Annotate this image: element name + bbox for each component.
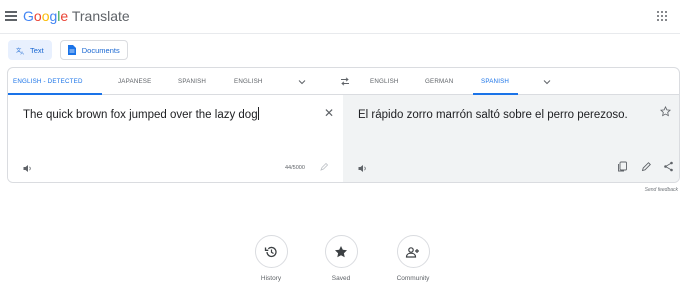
apps-grid-icon[interactable] (657, 11, 667, 21)
swap-languages-icon[interactable] (340, 77, 350, 86)
source-panel: The quick brown fox jumped over the lazy… (8, 95, 343, 182)
star-icon (335, 245, 347, 257)
documents-mode-button[interactable]: Documents (59, 40, 128, 60)
copy-translation-icon[interactable] (617, 161, 628, 172)
target-lang-spanish[interactable]: SPANISH (473, 68, 518, 95)
mode-selector: 文A Text Documents (8, 40, 128, 60)
saved-button-circle (324, 235, 358, 268)
svg-text:A: A (21, 50, 25, 54)
history-label: History (260, 275, 282, 282)
history-icon (264, 246, 277, 257)
text-mode-label: Text (30, 45, 44, 55)
app-header: Google Translate (0, 0, 680, 34)
source-listen-speaker-icon[interactable] (23, 164, 32, 173)
target-panel: El rápido zorro marrón saltó sobre el pe… (343, 95, 679, 182)
app-logo[interactable]: Google Translate (23, 8, 130, 24)
history-button[interactable]: History (253, 235, 289, 282)
text-cursor (257, 107, 259, 120)
saved-label: Saved (331, 275, 351, 282)
translate-icon: 文A (16, 46, 25, 55)
source-more-languages-chevron-down-icon[interactable] (298, 78, 306, 86)
share-translation-icon[interactable] (663, 161, 674, 172)
character-count: 44/5000 (285, 165, 305, 171)
target-listen-speaker-icon[interactable] (358, 164, 367, 173)
source-text: The quick brown fox jumped over the lazy… (23, 109, 258, 121)
source-lang-spanish[interactable]: SPANISH (178, 68, 206, 95)
edit-translation-pencil-icon[interactable] (641, 161, 652, 172)
handwriting-pencil-icon[interactable] (320, 163, 328, 171)
source-lang-detected-label: ENGLISH - DETECTED (13, 78, 83, 85)
target-lang-spanish-label: SPANISH (481, 78, 510, 85)
community-button-circle (396, 235, 430, 268)
documents-mode-label: Documents (81, 45, 120, 55)
logo-google: Google (23, 8, 69, 24)
source-lang-english[interactable]: ENGLISH (234, 68, 263, 95)
community-label: Community (396, 275, 430, 282)
target-more-languages-chevron-down-icon[interactable] (543, 78, 551, 86)
source-lang-detected[interactable]: ENGLISH - DETECTED (8, 68, 102, 95)
document-icon (68, 45, 77, 55)
target-lang-english[interactable]: ENGLISH (370, 68, 399, 95)
send-feedback-link[interactable]: Send feedback (645, 187, 678, 193)
save-translation-star-icon[interactable] (660, 106, 671, 117)
history-button-circle (254, 235, 288, 268)
community-button[interactable]: Community (395, 235, 431, 282)
language-bar: ENGLISH - DETECTED JAPANESE SPANISH ENGL… (8, 68, 679, 95)
hamburger-menu-icon[interactable] (5, 11, 17, 21)
logo-translate: Translate (71, 8, 130, 24)
clear-source-close-icon[interactable]: ✕ (324, 106, 334, 120)
target-lang-german[interactable]: GERMAN (425, 68, 453, 95)
community-icon (405, 246, 419, 258)
translation-output: El rápido zorro marrón saltó sobre el pe… (358, 109, 628, 121)
saved-button[interactable]: Saved (323, 235, 359, 282)
source-textarea[interactable]: The quick brown fox jumped over the lazy… (23, 107, 259, 121)
text-mode-button[interactable]: 文A Text (8, 40, 52, 60)
source-lang-japanese[interactable]: JAPANESE (118, 68, 151, 95)
translator-card: ENGLISH - DETECTED JAPANESE SPANISH ENGL… (7, 67, 680, 183)
